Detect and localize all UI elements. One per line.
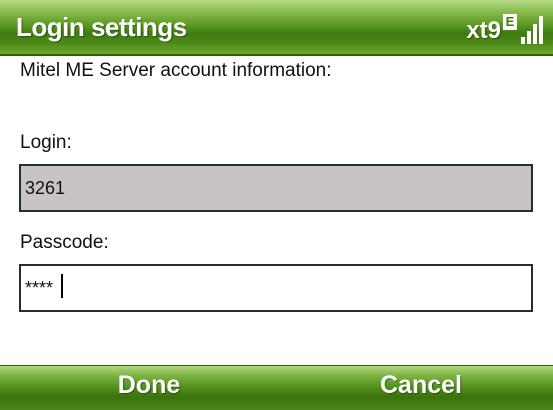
soft-key-bar: Done Cancel <box>0 365 553 410</box>
input-mode-indicator: xt9 <box>466 17 501 44</box>
signal-strength-icon <box>519 14 543 44</box>
status-indicators: xt9 E <box>466 10 543 44</box>
signal-bar <box>539 16 543 44</box>
network-type-badge: E <box>503 14 517 30</box>
login-label: Login: <box>20 132 72 153</box>
passcode-field[interactable] <box>19 264 533 312</box>
login-field[interactable] <box>19 164 533 212</box>
signal-bar <box>527 31 531 44</box>
cancel-button[interactable]: Cancel <box>321 371 521 400</box>
text-cursor <box>61 274 63 298</box>
phone-screen: Login settings xt9 E Mitel ME Server acc… <box>0 0 553 410</box>
title-bar: Login settings xt9 E <box>0 0 553 56</box>
passcode-label: Passcode: <box>20 232 109 253</box>
signal-bar <box>521 37 525 44</box>
signal-bar <box>533 24 537 44</box>
page-title: Login settings <box>16 12 187 42</box>
section-heading: Mitel ME Server account information: <box>20 60 332 81</box>
done-button[interactable]: Done <box>49 371 249 400</box>
